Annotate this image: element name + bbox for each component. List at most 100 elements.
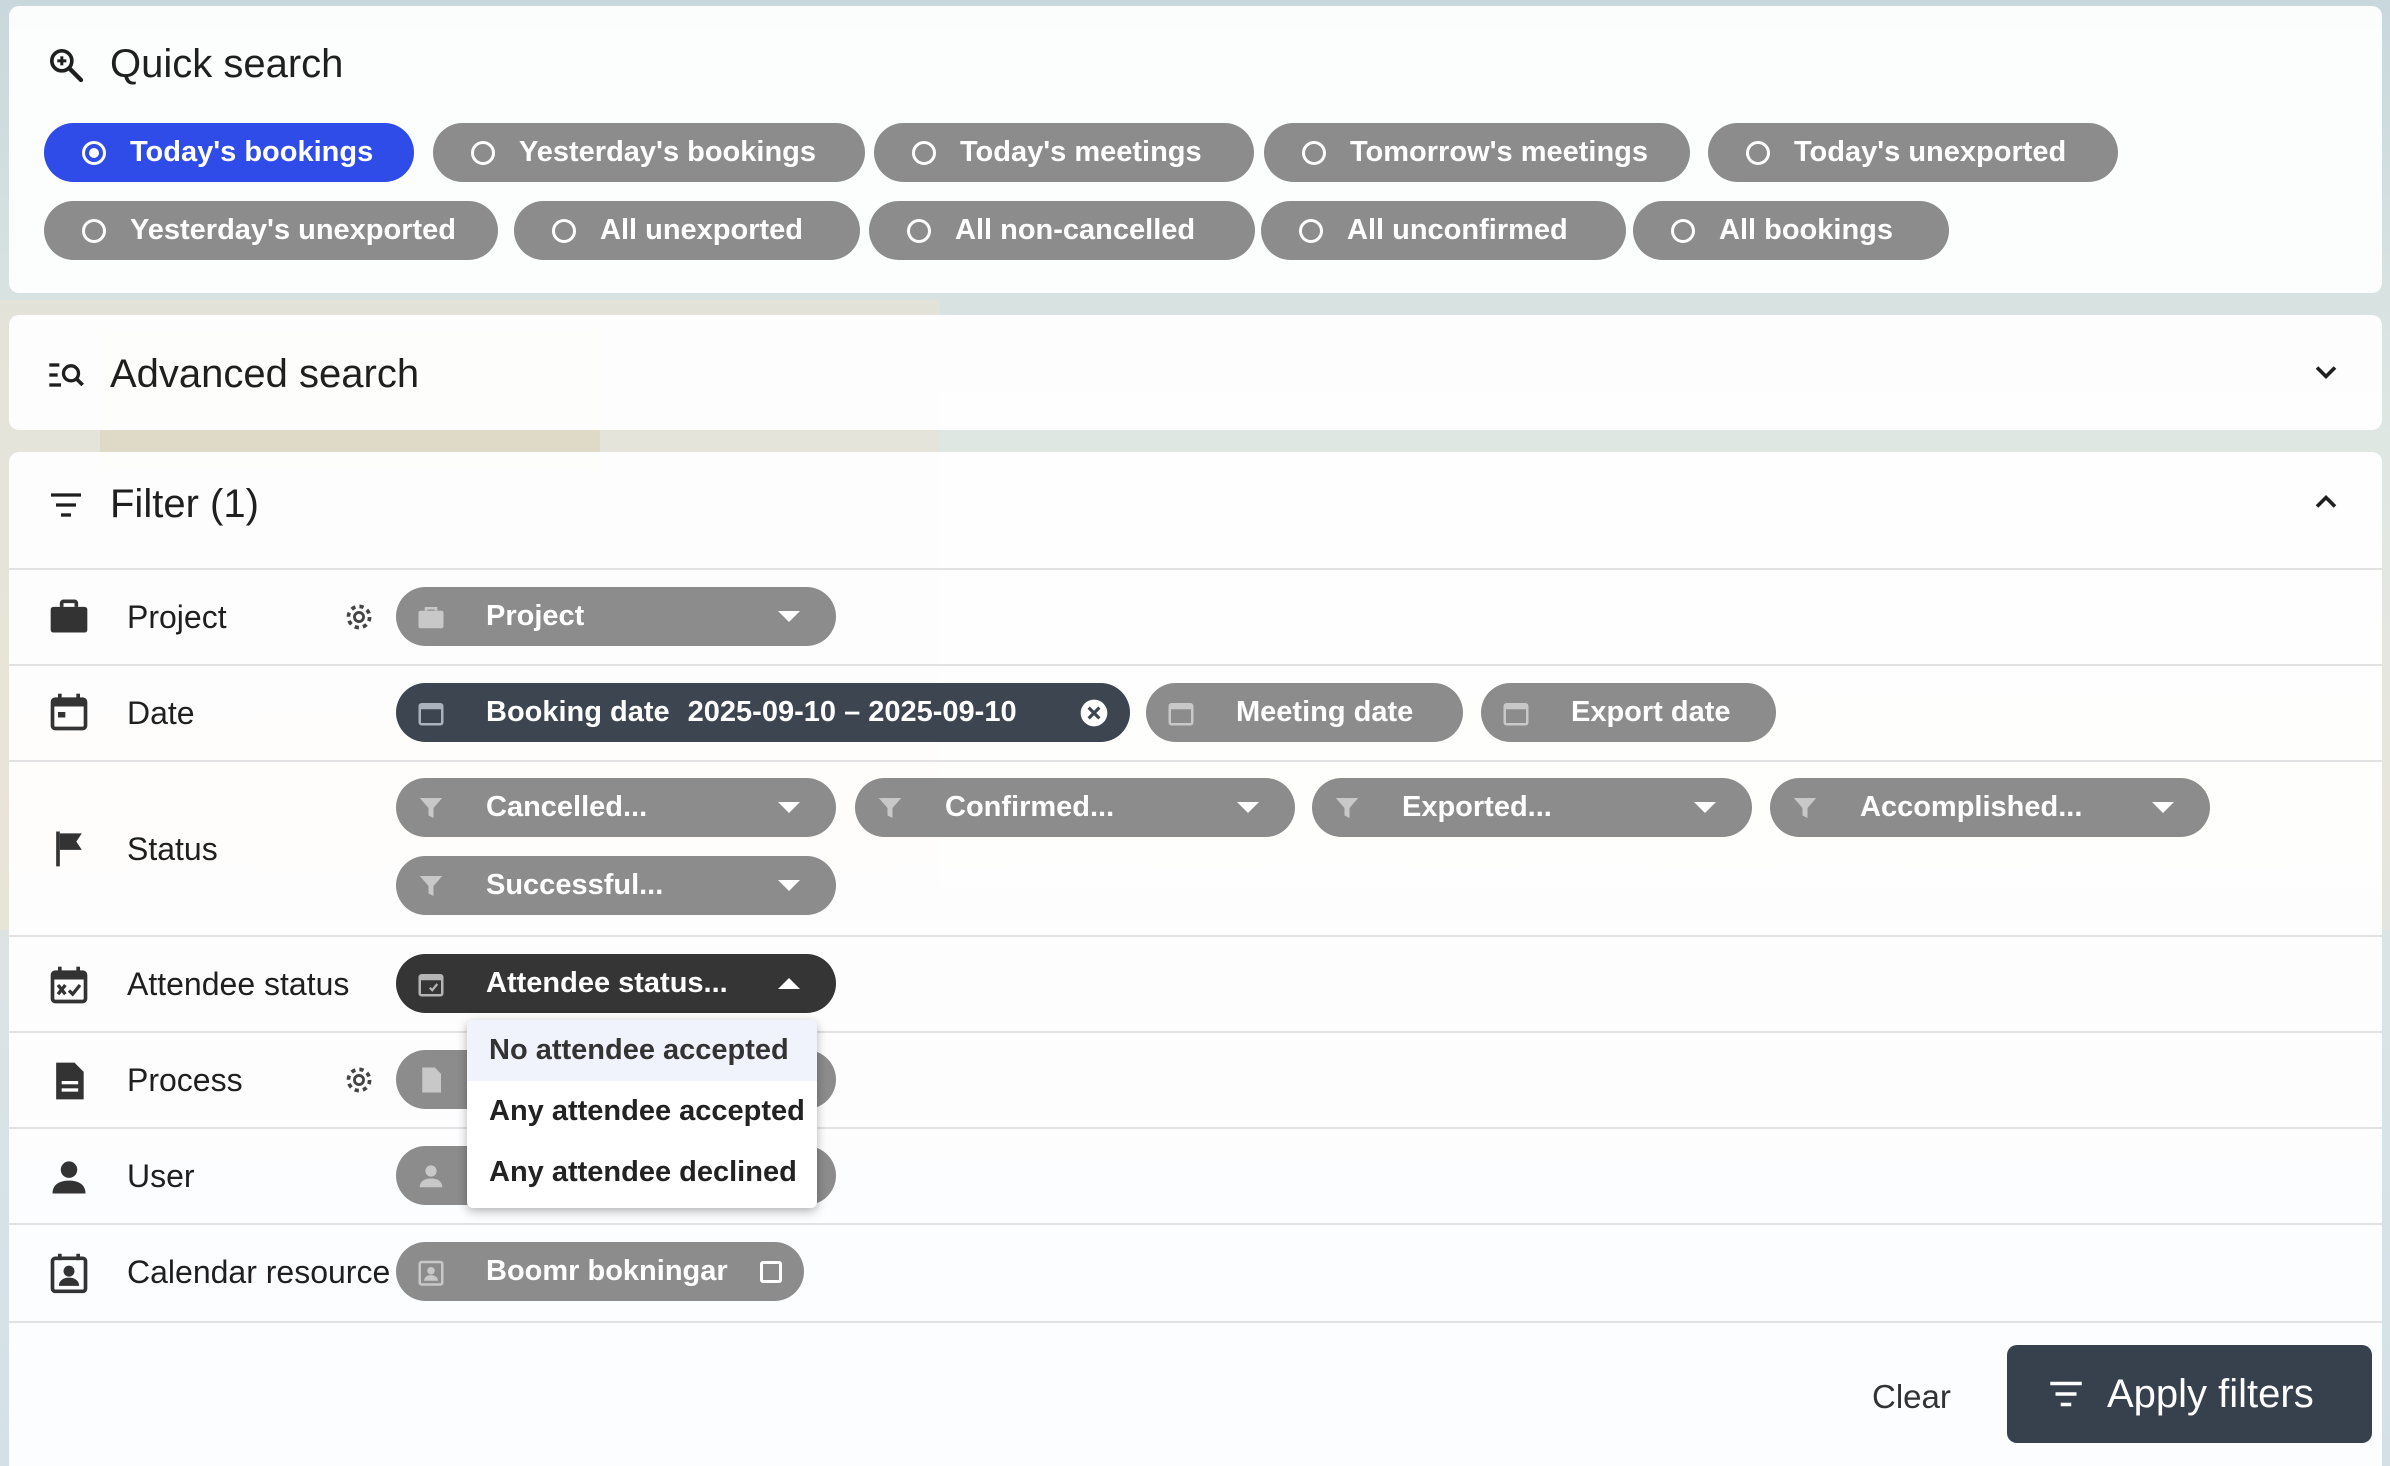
radio-icon: [1746, 140, 1770, 165]
filter-list-icon: [2050, 1381, 2082, 1407]
quick-chip-todays-bookings[interactable]: Today's bookings: [44, 123, 414, 182]
chip-label: Export date: [1571, 696, 1731, 728]
chip-label: Attendee status...: [486, 967, 728, 999]
filter-card: Filter (1) Project Project Date Booking …: [9, 452, 2382, 1466]
caret-down-icon: [1237, 802, 1259, 813]
process-label: Process: [127, 1062, 243, 1098]
person-icon: [52, 1161, 86, 1194]
calendar-icon: [1503, 702, 1529, 725]
quick-search-title: Quick search: [110, 42, 344, 86]
quick-search-header: Quick search: [46, 42, 343, 87]
user-label: User: [127, 1158, 195, 1194]
zoom-search-icon: [50, 48, 84, 82]
quick-chip-tomorrows-meetings[interactable]: Tomorrow's meetings: [1264, 123, 1690, 182]
export-date-chip[interactable]: Export date: [1481, 683, 1776, 742]
booking-date-value: 2025-09-10 – 2025-09-10: [687, 696, 1017, 728]
radio-icon: [912, 140, 936, 165]
chip-label: All bookings: [1719, 214, 1893, 246]
status-confirmed-select[interactable]: Confirmed...: [855, 778, 1295, 837]
filter-title: Filter (1): [110, 482, 259, 526]
chip-label: Confirmed...: [945, 791, 1115, 823]
filter-row-date: Date Booking date 2025-09-10 – 2025-09-1…: [9, 664, 2382, 762]
chip-label: Exported...: [1402, 791, 1552, 823]
filter-row-status: Status Cancelled... Confirmed... Exporte…: [9, 760, 2382, 937]
quick-chip-all-bookings[interactable]: All bookings: [1633, 201, 1949, 260]
radio-icon: [1299, 218, 1323, 243]
date-label: Date: [127, 695, 195, 731]
quick-chip-all-unexported[interactable]: All unexported: [514, 201, 860, 260]
radio-icon: [552, 218, 576, 243]
project-select[interactable]: Project: [396, 587, 836, 646]
chevron-down-icon[interactable]: [2308, 354, 2344, 390]
flag-icon: [56, 831, 82, 867]
caret-down-icon: [1694, 802, 1716, 813]
gear-icon[interactable]: [342, 1063, 376, 1097]
status-cancelled-select[interactable]: Cancelled...: [396, 778, 836, 837]
status-exported-select[interactable]: Exported...: [1312, 778, 1752, 837]
status-successful-select[interactable]: Successful...: [396, 856, 836, 915]
quick-chip-yesterdays-unexported[interactable]: Yesterday's unexported: [44, 201, 498, 260]
advanced-search-header: Advanced search: [46, 352, 419, 397]
clear-button[interactable]: Clear: [1872, 1378, 1951, 1416]
chip-label: Today's bookings: [130, 136, 374, 168]
quick-chip-all-non-cancelled[interactable]: All non-cancelled: [869, 201, 1255, 260]
attendee-status-label: Attendee status: [127, 966, 350, 1002]
caret-up-icon: [778, 978, 800, 989]
calendar-resource-chip[interactable]: Boomr bokningar: [396, 1242, 804, 1301]
contact-calendar-icon: [50, 1253, 88, 1294]
menu-item-any-attendee-accepted[interactable]: Any attendee accepted: [467, 1081, 817, 1142]
calendar-icon: [50, 693, 88, 731]
chip-label: Meeting date: [1236, 696, 1414, 728]
booking-date-chip[interactable]: Booking date 2025-09-10 – 2025-09-10: [396, 683, 1130, 742]
clear-circle-icon[interactable]: [1078, 697, 1110, 729]
attendee-status-menu: No attendee accepted Any attendee accept…: [467, 1020, 817, 1208]
funnel-icon: [1335, 797, 1359, 818]
caret-down-icon: [778, 611, 800, 622]
radio-icon: [1671, 218, 1695, 243]
status-label: Status: [127, 831, 218, 867]
filter-header: Filter (1): [46, 482, 259, 527]
menu-item-any-attendee-declined[interactable]: Any attendee declined: [467, 1142, 817, 1203]
calendar-resource-label: Calendar resource: [127, 1254, 391, 1290]
funnel-icon: [1793, 797, 1817, 818]
chip-label: Successful...: [486, 869, 664, 901]
radio-icon: [471, 140, 495, 165]
advanced-search-card[interactable]: Advanced search: [9, 315, 2382, 430]
checkbox[interactable]: [760, 1260, 782, 1283]
filter-list-icon: [51, 492, 81, 517]
filter-row-user: User: [9, 1127, 2382, 1225]
menu-item-no-attendee-accepted[interactable]: No attendee accepted: [467, 1020, 817, 1081]
apply-filters-label: Apply filters: [2107, 1371, 2314, 1416]
chip-label: Boomr bokningar: [486, 1255, 728, 1287]
manage-search-icon: [49, 362, 84, 387]
chip-label: Yesterday's unexported: [130, 214, 457, 246]
filter-row-process: Process: [9, 1031, 2382, 1129]
quick-search-card: Quick search Today's bookings Yesterday'…: [9, 6, 2382, 293]
filter-row-project: Project Project: [9, 568, 2382, 666]
chip-label: Tomorrow's meetings: [1350, 136, 1649, 168]
document-icon: [422, 1067, 441, 1092]
chevron-up-icon[interactable]: [2308, 484, 2344, 520]
radio-icon: [82, 218, 106, 243]
document-icon: [56, 1062, 84, 1100]
quick-chip-todays-unexported[interactable]: Today's unexported: [1708, 123, 2118, 182]
chip-label: All non-cancelled: [955, 214, 1196, 246]
filter-row-attendee-status: Attendee status Attendee status...: [9, 935, 2382, 1033]
booking-date-label: Booking date: [486, 696, 670, 728]
gear-icon[interactable]: [342, 600, 376, 634]
meeting-date-chip[interactable]: Meeting date: [1146, 683, 1463, 742]
attendee-status-select[interactable]: Attendee status...: [396, 954, 836, 1013]
briefcase-icon: [50, 599, 88, 633]
status-accomplished-select[interactable]: Accomplished...: [1770, 778, 2210, 837]
person-icon: [419, 1164, 443, 1187]
apply-filters-button[interactable]: Apply filters: [2007, 1345, 2372, 1443]
briefcase-icon: [418, 606, 444, 628]
chip-label: Project: [486, 600, 585, 632]
funnel-icon: [419, 797, 443, 818]
event-busy-icon: [50, 966, 88, 1004]
quick-chip-all-unconfirmed[interactable]: All unconfirmed: [1261, 201, 1626, 260]
quick-chip-yesterdays-bookings[interactable]: Yesterday's bookings: [433, 123, 865, 182]
project-label: Project: [127, 599, 227, 635]
advanced-search-title: Advanced search: [110, 352, 420, 396]
quick-chip-todays-meetings[interactable]: Today's meetings: [874, 123, 1254, 182]
